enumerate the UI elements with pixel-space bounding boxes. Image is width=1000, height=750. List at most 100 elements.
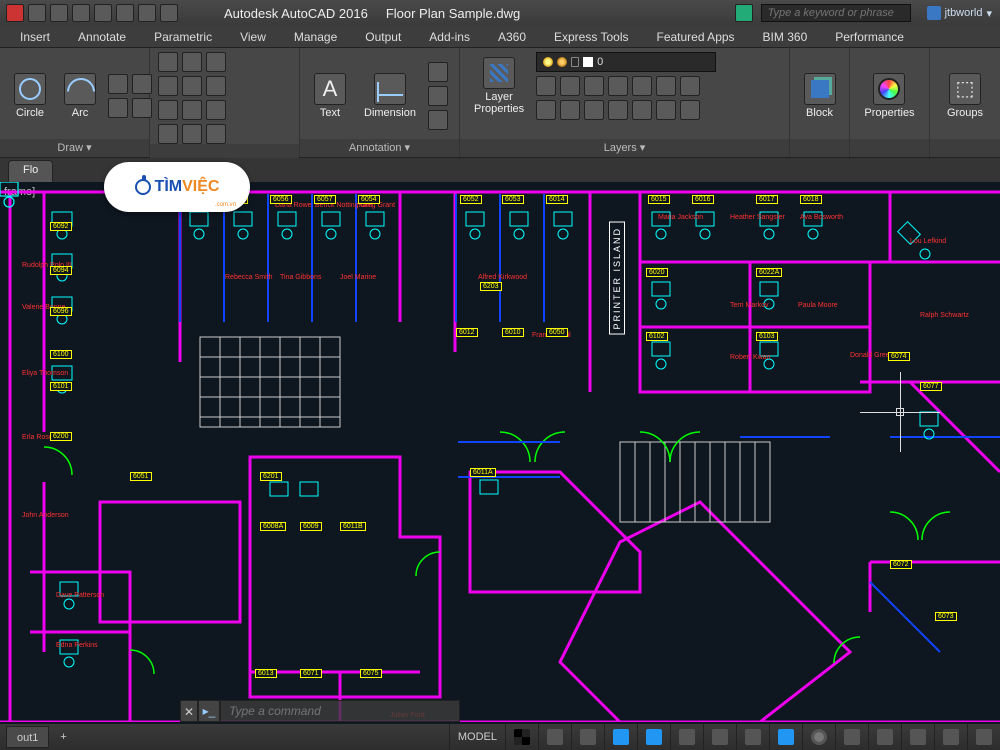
tab-addins[interactable]: Add-ins [415, 30, 484, 44]
help-search-icon[interactable] [735, 4, 753, 22]
lineweight-toggle[interactable] [703, 724, 736, 750]
tab-manage[interactable]: Manage [280, 30, 351, 44]
offset-icon[interactable] [206, 124, 226, 144]
sign-in-chip[interactable]: jtbworld ▾ [919, 6, 1000, 20]
trim-icon[interactable] [206, 52, 226, 72]
model-space-toggle[interactable]: MODEL [449, 724, 505, 750]
help-search-input[interactable] [761, 4, 911, 22]
osnap-toggle[interactable] [637, 724, 670, 750]
layer-vp-icon[interactable] [632, 100, 652, 120]
tab-parametric[interactable]: Parametric [140, 30, 226, 44]
tab-insert[interactable]: Insert [6, 30, 64, 44]
undo-icon[interactable] [138, 4, 156, 22]
hardware-accel-toggle[interactable] [901, 724, 934, 750]
layer-prev-icon[interactable] [656, 76, 676, 96]
tab-express-tools[interactable]: Express Tools [540, 30, 642, 44]
tab-bim360[interactable]: BIM 360 [749, 30, 822, 44]
layer-lock2-icon[interactable] [608, 76, 628, 96]
circle-button[interactable]: Circle [8, 71, 52, 121]
layer-freeze2-icon[interactable] [584, 76, 604, 96]
layout-tab[interactable]: out1 [6, 726, 49, 748]
room-number-tag: 6094 [50, 266, 72, 275]
tab-a360[interactable]: A360 [484, 30, 540, 44]
table-icon[interactable] [428, 86, 448, 106]
dimension-label: Dimension [364, 107, 416, 119]
workspace-toggle[interactable] [802, 724, 835, 750]
layer-delete-icon[interactable] [584, 100, 604, 120]
saveas-icon[interactable] [94, 4, 112, 22]
layer-state-icon[interactable] [680, 76, 700, 96]
layer-iso-icon[interactable] [536, 76, 556, 96]
annoscale-toggle[interactable] [769, 724, 802, 750]
command-prompt-icon[interactable]: ▸_ [198, 700, 220, 722]
panel-title-modify[interactable] [150, 144, 299, 158]
cleanscreen-toggle[interactable] [934, 724, 967, 750]
erase-icon[interactable] [158, 124, 178, 144]
text-button[interactable]: Text [308, 71, 352, 121]
polar-toggle[interactable] [604, 724, 637, 750]
leader-icon[interactable] [428, 62, 448, 82]
tab-annotate[interactable]: Annotate [64, 30, 140, 44]
dimension-button[interactable]: Dimension [358, 71, 422, 121]
app-menu-icon[interactable] [6, 4, 24, 22]
command-close-icon[interactable]: ✕ [180, 700, 198, 722]
layer-properties-button[interactable]: Layer Properties [468, 55, 530, 117]
add-layout-icon[interactable]: + [53, 727, 73, 747]
tab-featured-apps[interactable]: Featured Apps [642, 30, 748, 44]
document-title: Floor Plan Sample.dwg [386, 6, 520, 21]
panel-title-annotation[interactable]: Annotation ▾ [300, 139, 459, 157]
save-icon[interactable] [72, 4, 90, 22]
ortho-toggle[interactable] [571, 724, 604, 750]
arc-button[interactable]: Arc [58, 71, 102, 121]
scale-icon[interactable] [182, 100, 202, 120]
panel-modify [150, 48, 300, 157]
fillet-icon[interactable] [206, 76, 226, 96]
tab-view[interactable]: View [226, 30, 280, 44]
layer-copy-icon[interactable] [608, 100, 628, 120]
panel-title-draw[interactable]: Draw ▾ [0, 139, 149, 157]
tab-output[interactable]: Output [351, 30, 415, 44]
rectangle-icon[interactable] [108, 98, 128, 118]
transparency-toggle[interactable] [736, 724, 769, 750]
command-input[interactable] [220, 700, 460, 722]
isolate-toggle[interactable] [868, 724, 901, 750]
snap-toggle[interactable] [538, 724, 571, 750]
layer-match-icon[interactable] [632, 76, 652, 96]
room-label: Edna Perkins [56, 642, 98, 650]
mirror-icon[interactable] [182, 76, 202, 96]
polyline-icon[interactable] [132, 74, 152, 94]
panel-title-layers[interactable]: Layers ▾ [460, 139, 789, 157]
move-icon[interactable] [158, 52, 178, 72]
array-icon[interactable] [206, 100, 226, 120]
open-icon[interactable] [50, 4, 68, 22]
arc-label: Arc [72, 107, 89, 119]
new-icon[interactable] [28, 4, 46, 22]
mtext-icon[interactable] [428, 110, 448, 130]
room-number-tag: 6102 [646, 332, 668, 341]
anno-monitor-toggle[interactable] [835, 724, 868, 750]
properties-button[interactable]: Properties [858, 71, 920, 121]
drawing-tab[interactable]: Flo [8, 160, 53, 182]
explode-icon[interactable] [182, 124, 202, 144]
groups-button[interactable]: Groups [941, 71, 989, 121]
redo-icon[interactable] [160, 4, 178, 22]
rotate-icon[interactable] [182, 52, 202, 72]
line-icon[interactable] [108, 74, 128, 94]
layer-off-icon[interactable] [560, 76, 580, 96]
layer-thaw-icon[interactable] [656, 100, 676, 120]
room-number-tag: 6071 [300, 669, 322, 678]
grid-toggle[interactable] [505, 724, 538, 750]
layer-merge-icon[interactable] [560, 100, 580, 120]
layer-unlock-icon[interactable] [680, 100, 700, 120]
drawing-canvas[interactable]: frame] [0, 182, 1000, 722]
plot-icon[interactable] [116, 4, 134, 22]
hatch-icon[interactable] [132, 98, 152, 118]
block-button[interactable]: Block [798, 71, 842, 121]
stretch-icon[interactable] [158, 100, 178, 120]
copy-icon[interactable] [158, 76, 178, 96]
layer-walk-icon[interactable] [536, 100, 556, 120]
current-layer-dropdown[interactable]: 0 [536, 52, 716, 72]
customize-toggle[interactable] [967, 724, 1000, 750]
otrack-toggle[interactable] [670, 724, 703, 750]
tab-performance[interactable]: Performance [821, 30, 918, 44]
